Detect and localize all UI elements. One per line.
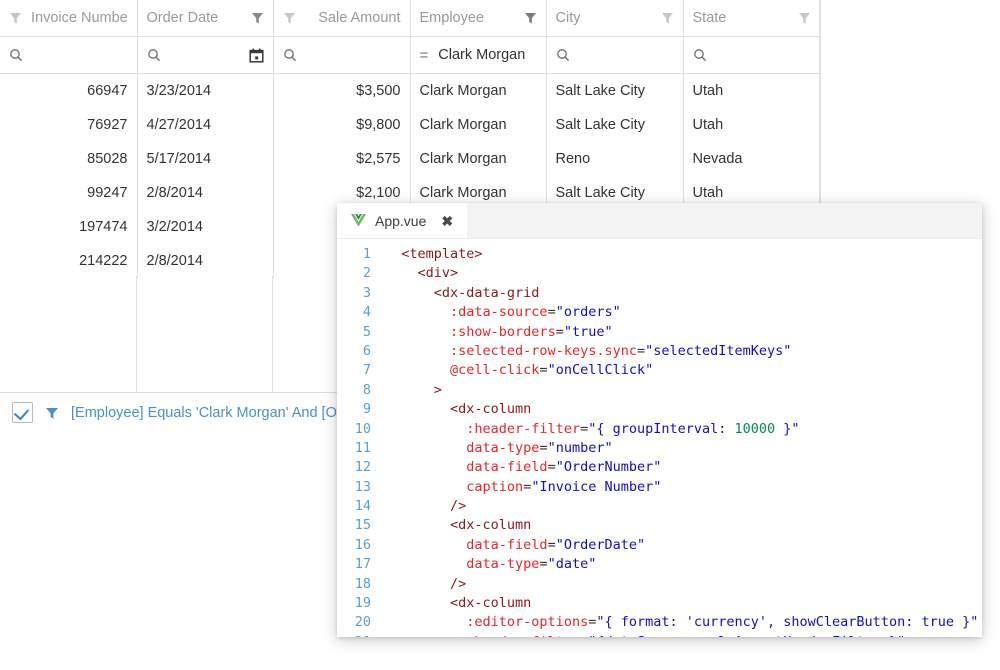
code-line: 15 <dx-column [337, 516, 982, 535]
code-line: 5 :show-borders="true" [337, 323, 982, 342]
code-line-text[interactable]: :data-source="orders" [385, 303, 982, 322]
code-line-text[interactable]: /> [385, 575, 982, 594]
code-line: 20 :editor-options="{ format: 'currency'… [337, 613, 982, 632]
line-number: 6 [337, 342, 385, 361]
code-line-text[interactable]: data-type="date" [385, 555, 982, 574]
code-line-text[interactable]: caption="Invoice Number" [385, 478, 982, 497]
line-number: 11 [337, 439, 385, 458]
editor-tab-strip: App.vue ✖ [337, 203, 982, 239]
code-line: 16 data-field="OrderDate" [337, 536, 982, 555]
code-line: 12 data-field="OrderNumber" [337, 458, 982, 477]
code-line: 7 @cell-click="onCellClick" [337, 361, 982, 380]
line-number: 10 [337, 420, 385, 439]
line-number: 17 [337, 555, 385, 574]
code-line-text[interactable]: @cell-click="onCellClick" [385, 361, 982, 380]
line-number: 20 [337, 613, 385, 632]
code-line: 17 data-type="date" [337, 555, 982, 574]
code-line-text[interactable]: :header-filter="{ groupInterval: 10000 }… [385, 420, 982, 439]
line-number: 19 [337, 594, 385, 613]
code-line-text[interactable]: <template> [385, 245, 982, 264]
vue-logo-icon [351, 214, 366, 227]
code-line-text[interactable]: data-field="OrderNumber" [385, 458, 982, 477]
tab-label: App.vue [375, 213, 426, 229]
code-line-text[interactable]: <dx-column [385, 594, 982, 613]
code-line: 19 <dx-column [337, 594, 982, 613]
line-number: 12 [337, 458, 385, 477]
code-line: 18 /> [337, 575, 982, 594]
code-line: 8 > [337, 381, 982, 400]
code-line-text[interactable]: <dx-data-grid [385, 284, 982, 303]
code-line: 9 <dx-column [337, 400, 982, 419]
code-line-text[interactable]: :selected-row-keys.sync="selectedItemKey… [385, 342, 982, 361]
line-number: 4 [337, 303, 385, 322]
code-line-text[interactable]: data-type="number" [385, 439, 982, 458]
code-line: 1 <template> [337, 245, 982, 264]
line-number: 18 [337, 575, 385, 594]
filter-funnel-icon[interactable] [45, 406, 59, 420]
code-line-text[interactable]: data-field="OrderDate" [385, 536, 982, 555]
code-line-text[interactable]: > [385, 381, 982, 400]
tab-app-vue[interactable]: App.vue ✖ [337, 203, 467, 238]
code-line: 13 caption="Invoice Number" [337, 478, 982, 497]
line-number: 8 [337, 381, 385, 400]
line-number: 9 [337, 400, 385, 419]
close-icon[interactable]: ✖ [441, 214, 453, 228]
app-root: Invoice Number Order Date [0, 0, 1000, 670]
code-line: 2 <div> [337, 264, 982, 283]
code-content[interactable]: 1 <template>2 <div>3 <dx-data-grid4 :dat… [337, 239, 982, 637]
code-line-text[interactable]: <dx-column [385, 400, 982, 419]
code-line-text[interactable]: /> [385, 497, 982, 516]
code-line: 4 :data-source="orders" [337, 303, 982, 322]
line-number: 15 [337, 516, 385, 535]
code-line-text[interactable]: <div> [385, 264, 982, 283]
code-line: 10 :header-filter="{ groupInterval: 1000… [337, 420, 982, 439]
code-line-text[interactable]: :show-borders="true" [385, 323, 982, 342]
line-number: 13 [337, 478, 385, 497]
line-number: 14 [337, 497, 385, 516]
code-line: 6 :selected-row-keys.sync="selectedItemK… [337, 342, 982, 361]
code-line: 21 :header-filter="{dataSource: saleAmou… [337, 633, 982, 637]
line-number: 5 [337, 323, 385, 342]
code-editor-panel: App.vue ✖ 1 <template>2 <div>3 <dx-data-… [337, 203, 982, 637]
line-number: 1 [337, 245, 385, 264]
line-number: 3 [337, 284, 385, 303]
code-line: 3 <dx-data-grid [337, 284, 982, 303]
filter-enabled-checkbox[interactable] [12, 402, 33, 423]
code-line: 14 /> [337, 497, 982, 516]
line-number: 7 [337, 361, 385, 380]
code-line-text[interactable]: :editor-options="{ format: 'currency', s… [385, 613, 982, 632]
line-number: 2 [337, 264, 385, 283]
line-number: 21 [337, 633, 385, 637]
code-line-text[interactable]: :header-filter="{dataSource: saleAmountH… [385, 633, 982, 637]
code-line-text[interactable]: <dx-column [385, 516, 982, 535]
line-number: 16 [337, 536, 385, 555]
code-line: 11 data-type="number" [337, 439, 982, 458]
